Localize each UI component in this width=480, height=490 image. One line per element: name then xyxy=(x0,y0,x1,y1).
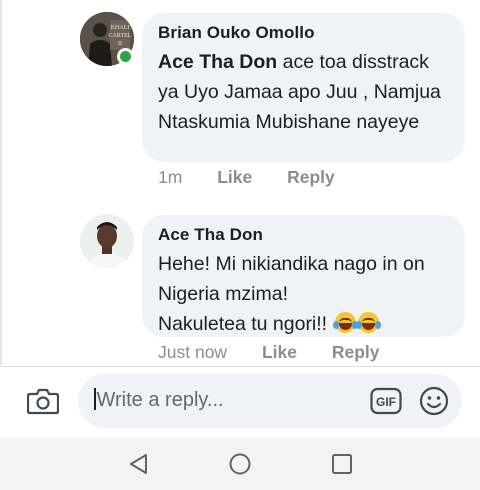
comment-bubble[interactable]: Brian Ouko Omollo Ace Tha Don ace toa di… xyxy=(142,13,465,162)
comment-text: Hehe! Mi nikiandika nago in on Nigeria m… xyxy=(158,249,449,339)
gif-icon[interactable]: GIF xyxy=(370,387,402,415)
camera-icon[interactable] xyxy=(26,387,60,415)
comment-line: Nigeria mzima! xyxy=(158,283,289,305)
comment-timestamp: Just now xyxy=(158,342,228,362)
laughing-emoji-icon xyxy=(355,312,381,333)
gif-label: GIF xyxy=(376,395,396,409)
placeholder-text: Write a reply... xyxy=(96,389,224,411)
avatar-caption-line1: KHALI xyxy=(111,25,130,31)
comment-bubble[interactable]: Ace Tha Don Hehe! Mi nikiandika nago in … xyxy=(142,215,465,337)
system-navbar xyxy=(0,438,480,490)
comment-line: Hehe! Mi nikiandika nago in on xyxy=(158,253,425,275)
avatar-caption-line2: CARTEL xyxy=(109,33,132,39)
comment-line-text: Nakuletea tu ngori!! xyxy=(158,313,328,335)
reply-input-placeholder[interactable]: Write a reply... xyxy=(94,388,224,412)
like-button[interactable]: Like xyxy=(262,342,297,362)
back-triangle-icon[interactable] xyxy=(126,451,152,477)
comment-author[interactable]: Ace Tha Don xyxy=(158,225,449,245)
avatar-ace[interactable] xyxy=(80,214,134,268)
mention-tag[interactable]: Ace Tha Don xyxy=(158,51,277,73)
reply-composer: Write a reply... GIF xyxy=(0,366,480,438)
laughing-emoji-icon xyxy=(332,312,358,333)
home-circle-icon[interactable] xyxy=(227,451,253,477)
reply-button[interactable]: Reply xyxy=(287,167,335,187)
comment-line: Nakuletea tu ngori!! xyxy=(158,309,449,339)
avatar-caption-line3: II xyxy=(118,41,122,47)
text-caret xyxy=(94,388,96,410)
comment-timestamp: 1m xyxy=(158,167,183,187)
smiley-icon[interactable] xyxy=(419,386,449,416)
recents-square-icon[interactable] xyxy=(329,451,355,477)
reply-button[interactable]: Reply xyxy=(332,342,380,362)
reply-input[interactable]: Write a reply... GIF xyxy=(78,374,462,428)
comment-meta: Just now Like Reply xyxy=(158,342,410,363)
comment-text: Ace Tha Don ace toa disstrack ya Uyo Jam… xyxy=(158,47,449,137)
thread-line xyxy=(0,0,2,365)
online-status-indicator xyxy=(117,48,134,65)
like-button[interactable]: Like xyxy=(217,167,252,187)
comment-author[interactable]: Brian Ouko Omollo xyxy=(158,23,449,43)
comment-meta: 1m Like Reply xyxy=(158,167,365,188)
